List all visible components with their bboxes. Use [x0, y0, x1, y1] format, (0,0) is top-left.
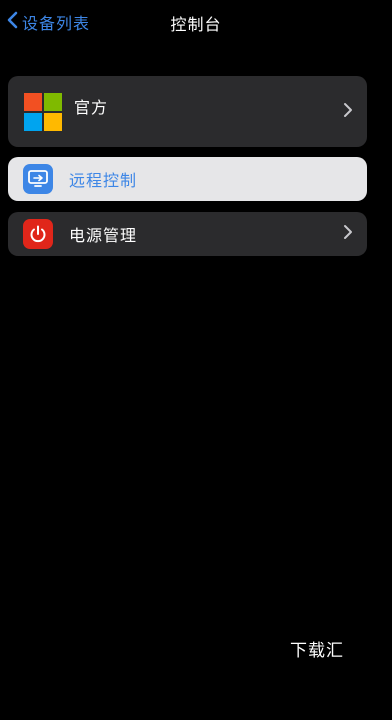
- control-panel-screen: 设备列表 控制台 官方 远程控制 电源管理 下载汇: [0, 0, 392, 720]
- chevron-right-icon: [343, 102, 353, 122]
- remote-control-row-label: 远程控制: [69, 171, 138, 190]
- page-title: 控制台: [170, 15, 222, 34]
- navigation-bar: 设备列表 控制台: [0, 0, 392, 46]
- power-icon: [23, 219, 53, 249]
- power-management-row-label: 电源管理: [69, 226, 138, 245]
- power-management-row[interactable]: 电源管理: [8, 212, 367, 256]
- remote-screen-icon: [23, 164, 53, 194]
- watermark-text: 下载汇: [290, 641, 344, 661]
- remote-control-row[interactable]: 远程控制: [8, 157, 367, 201]
- official-row[interactable]: 官方: [8, 76, 367, 147]
- chevron-right-icon: [343, 224, 353, 244]
- microsoft-logo-icon: [24, 92, 62, 131]
- official-row-label: 官方: [74, 97, 109, 117]
